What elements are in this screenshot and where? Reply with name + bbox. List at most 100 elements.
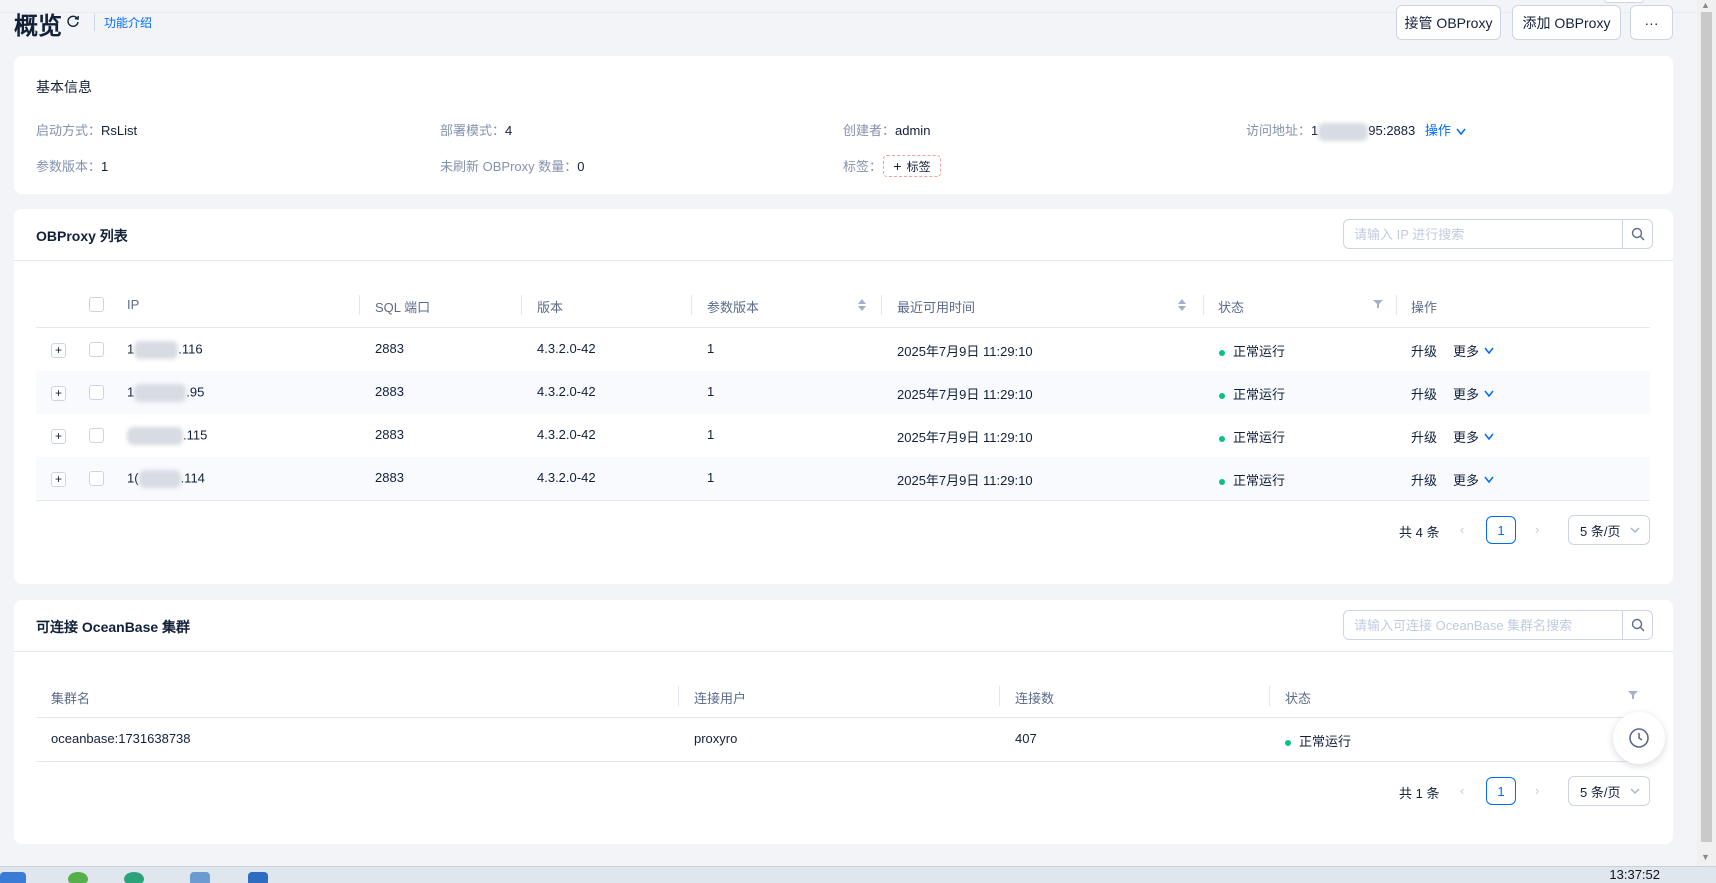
col-separator — [691, 295, 692, 315]
status-ok-dot — [1219, 478, 1225, 485]
page-size-label: 5 条/页 — [1580, 523, 1621, 539]
app-icon[interactable] — [68, 872, 88, 883]
ip-suffix: .115 — [183, 427, 208, 443]
col-actions: 操作 — [1411, 300, 1438, 315]
scroll-up-icon[interactable]: ▲ — [1701, 0, 1710, 10]
scroll-down-icon[interactable]: ▼ — [1701, 852, 1710, 862]
sort-icon[interactable] — [857, 298, 867, 312]
add-obproxy-button[interactable]: 添加 OBProxy — [1512, 5, 1621, 40]
search-icon — [1631, 227, 1644, 241]
app-icon[interactable] — [190, 872, 210, 883]
row-checkbox[interactable] — [89, 342, 104, 357]
upgrade-link[interactable]: 升级 — [1411, 470, 1437, 489]
refresh-icon[interactable] — [66, 14, 80, 28]
param-version-value: 1 — [101, 159, 109, 174]
chevron-down-icon — [1484, 433, 1494, 441]
ip-cell: .115 — [127, 427, 207, 445]
vertical-scrollbar[interactable]: ▲ ▼ — [1697, 0, 1716, 866]
ip-cell: 1 .116 — [127, 341, 203, 359]
more-dropdown[interactable]: 更多 — [1453, 341, 1495, 360]
page-1-button[interactable]: 1 — [1486, 777, 1516, 805]
unrefreshed-count-field: 未刷新 OBProxy 数量：0 — [440, 156, 584, 175]
status-cell: 正常运行 — [1219, 470, 1285, 489]
more-dropdown[interactable]: 更多 — [1453, 427, 1495, 446]
taskbar-clock: 13:37:52 — [1609, 867, 1660, 882]
row-checkbox[interactable] — [89, 471, 104, 486]
cluster-name-link[interactable]: oceanbase:1731638738 — [51, 731, 191, 746]
time-cell: 2025年7月9日 11:29:10 — [897, 473, 1033, 488]
page-1-button[interactable]: 1 — [1486, 516, 1516, 544]
filter-icon[interactable] — [1373, 299, 1383, 309]
takeover-obproxy-button[interactable]: 接管 OBProxy — [1396, 5, 1501, 40]
param-version-cell: 1 — [707, 384, 715, 399]
sort-icon[interactable] — [1177, 298, 1187, 312]
upgrade-link[interactable]: 升级 — [1411, 341, 1437, 360]
next-page-icon[interactable]: › — [1535, 783, 1539, 798]
prev-page-icon[interactable]: ‹ — [1460, 783, 1464, 798]
col-separator — [1269, 686, 1270, 706]
filter-icon[interactable] — [1628, 690, 1638, 700]
col-status: 状态 — [1218, 300, 1245, 315]
clock-icon — [1629, 728, 1649, 748]
page-size-select[interactable]: 5 条/页 — [1568, 515, 1650, 545]
address-field: 访问地址：1 95:2883 操作 — [1246, 120, 1467, 141]
ip-redacted — [138, 470, 181, 488]
port-cell: 2883 — [375, 470, 404, 485]
select-all-checkbox[interactable] — [89, 297, 104, 312]
ip-redacted — [127, 427, 183, 445]
cluster-search-box — [1343, 610, 1653, 640]
plus-icon: + — [893, 158, 902, 174]
expand-row-button[interactable]: + — [51, 429, 66, 444]
next-page-icon[interactable]: › — [1535, 522, 1539, 537]
search-button[interactable] — [1622, 220, 1652, 248]
col-separator — [1396, 295, 1397, 315]
table-row: + 1(.114 2883 4.3.2.0-42 1 2025年7月9日 11:… — [36, 457, 1650, 500]
cluster-search-input[interactable] — [1344, 611, 1622, 639]
col-separator — [359, 295, 360, 315]
upgrade-link[interactable]: 升级 — [1411, 384, 1437, 403]
status-ok-dot — [1219, 435, 1225, 442]
col-last-available-time[interactable]: 最近可用时间 — [897, 297, 975, 316]
status-ok-dot — [1285, 739, 1291, 746]
scrollbar-thumb[interactable] — [1701, 12, 1712, 842]
table-row: + 1 .116 2883 4.3.2.0-42 1 2025年7月9日 11:2… — [36, 328, 1650, 371]
feature-intro-link[interactable]: 功能介绍 — [94, 14, 152, 31]
search-button[interactable] — [1622, 611, 1652, 639]
unrefreshed-value: 0 — [577, 159, 585, 174]
start-icon[interactable] — [0, 872, 26, 883]
table-row: oceanbase:1731638738 proxyro 407 正常运行 — [36, 718, 1650, 761]
app-icon[interactable] — [248, 872, 268, 883]
time-cell: 2025年7月9日 11:29:10 — [897, 344, 1033, 359]
app-icon[interactable] — [124, 872, 144, 883]
upgrade-link[interactable]: 升级 — [1411, 427, 1437, 446]
ip-search-input[interactable] — [1344, 220, 1622, 248]
col-param-version[interactable]: 参数版本 — [707, 297, 759, 316]
expand-row-button[interactable]: + — [51, 343, 66, 358]
more-dropdown[interactable]: 更多 — [1453, 384, 1495, 403]
row-checkbox[interactable] — [89, 428, 104, 443]
page-size-label: 5 条/页 — [1580, 784, 1621, 800]
version-cell: 4.3.2.0-42 — [537, 341, 596, 356]
param-version-cell: 1 — [707, 427, 715, 442]
status-text: 正常运行 — [1233, 387, 1286, 402]
table-row: + 1.95 2883 4.3.2.0-42 1 2025年7月9日 11:29… — [36, 371, 1650, 414]
ip-redacted — [134, 341, 179, 359]
ip-suffix: .116 — [178, 341, 203, 357]
row-checkbox[interactable] — [89, 385, 104, 400]
page-size-select[interactable]: 5 条/页 — [1568, 776, 1650, 806]
ip-prefix: 1( — [127, 470, 139, 486]
more-dropdown[interactable]: 更多 — [1453, 470, 1495, 489]
connections-cell: 407 — [1015, 731, 1037, 746]
address-action-dropdown[interactable]: 操作 — [1425, 123, 1467, 138]
col-separator — [678, 686, 679, 706]
pagination-total: 共 1 条 — [1399, 786, 1440, 801]
add-tag-button[interactable]: + 标签 — [883, 155, 941, 177]
history-float-button[interactable] — [1613, 712, 1665, 764]
os-taskbar: 13:37:52 — [0, 866, 1716, 883]
obproxy-header-divider — [14, 260, 1673, 261]
tags-label: 标签： — [843, 159, 883, 174]
expand-row-button[interactable]: + — [51, 386, 66, 401]
prev-page-icon[interactable]: ‹ — [1460, 522, 1464, 537]
more-options-button[interactable]: ··· — [1630, 5, 1673, 40]
expand-row-button[interactable]: + — [51, 472, 66, 487]
